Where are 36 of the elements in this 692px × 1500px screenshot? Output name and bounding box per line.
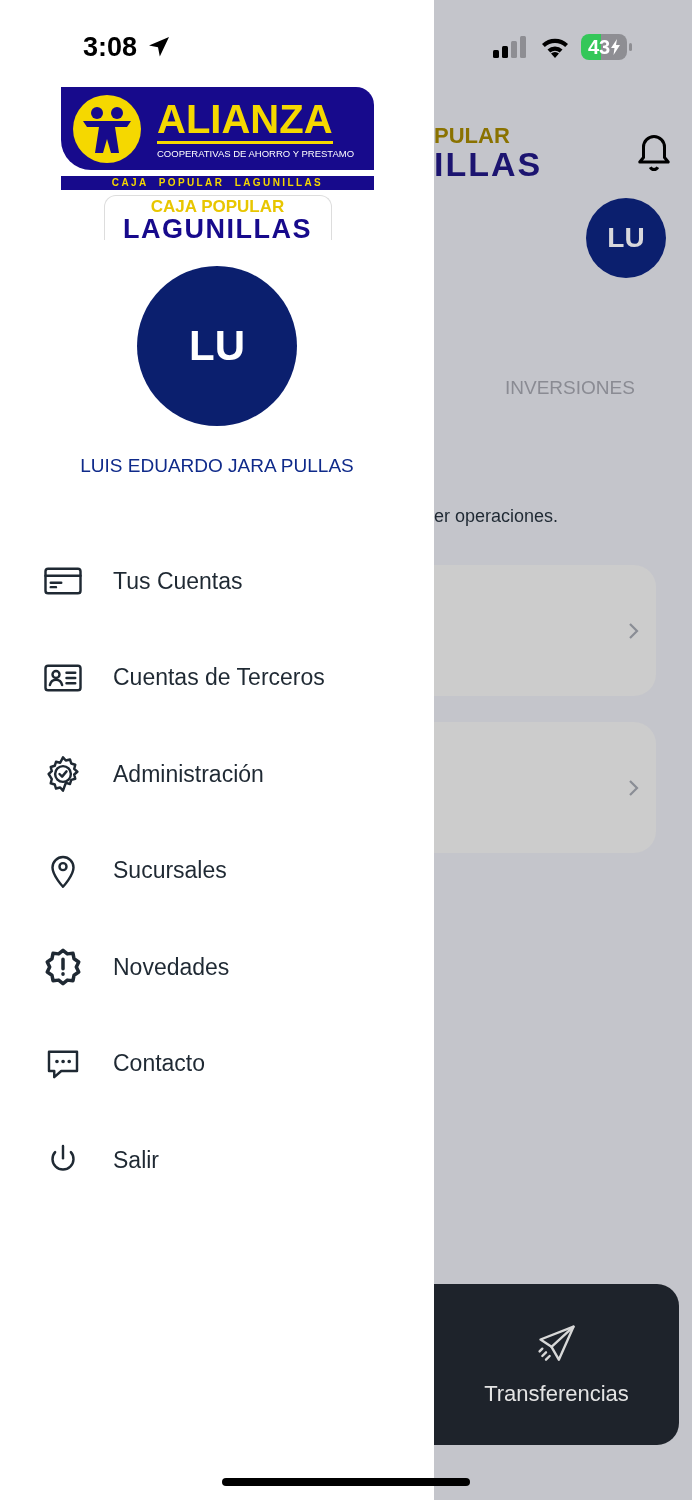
brand-name: ALIANZA xyxy=(157,98,333,144)
menu-item-label: Sucursales xyxy=(113,857,227,885)
brand-tagline: COOPERATIVAS DE AHORRO Y PRESTAMO xyxy=(157,147,355,159)
menu-item[interactable]: Novedades xyxy=(0,919,434,1016)
user-name: LUIS EDUARDO JARA PULLAS xyxy=(80,455,354,477)
menu-item[interactable]: Salir xyxy=(0,1112,434,1209)
menu-item[interactable]: Contacto xyxy=(0,1015,434,1112)
header-logo-top: PULAR xyxy=(434,125,511,147)
menu-item[interactable]: Cuentas de Terceros xyxy=(0,629,434,726)
option-card[interactable] xyxy=(434,722,656,853)
logo-band: CAJA POPULAR LAGUNILLAS xyxy=(61,176,374,190)
header-logo-bottom: ILLAS xyxy=(434,147,543,181)
menu-item-label: Contacto xyxy=(113,1050,206,1078)
hint-text: er operaciones. xyxy=(434,506,560,527)
menu-item-label: Administración xyxy=(113,760,264,788)
chevron-right-icon xyxy=(628,778,640,797)
menu-item-label: Salir xyxy=(113,1146,159,1174)
user-avatar: LU xyxy=(137,266,297,426)
sub-logo-top: CAJA POPULAR xyxy=(150,198,285,216)
charging-bolt-icon xyxy=(611,39,621,55)
menu-item[interactable]: Tus Cuentas xyxy=(0,533,434,630)
signal-icon xyxy=(493,36,529,58)
status-time: 3:08 xyxy=(83,31,138,63)
bell-icon[interactable] xyxy=(636,132,672,174)
family-emblem-icon xyxy=(71,92,143,165)
option-card[interactable] xyxy=(434,565,656,696)
sub-logo-bottom: LAGUNILLAS xyxy=(123,216,312,240)
transfer-button[interactable]: Transferencias xyxy=(434,1284,679,1445)
menu-item[interactable]: Sucursales xyxy=(0,822,434,919)
menu-item-label: Novedades xyxy=(113,953,230,981)
battery-level: 43 xyxy=(587,35,611,59)
menu-item-label: Tus Cuentas xyxy=(113,567,243,595)
chevron-right-icon xyxy=(628,621,640,640)
menu-item-label: Cuentas de Terceros xyxy=(113,664,325,692)
user-avatar[interactable]: LU xyxy=(586,198,666,278)
menu-item[interactable]: Administración xyxy=(0,726,434,823)
